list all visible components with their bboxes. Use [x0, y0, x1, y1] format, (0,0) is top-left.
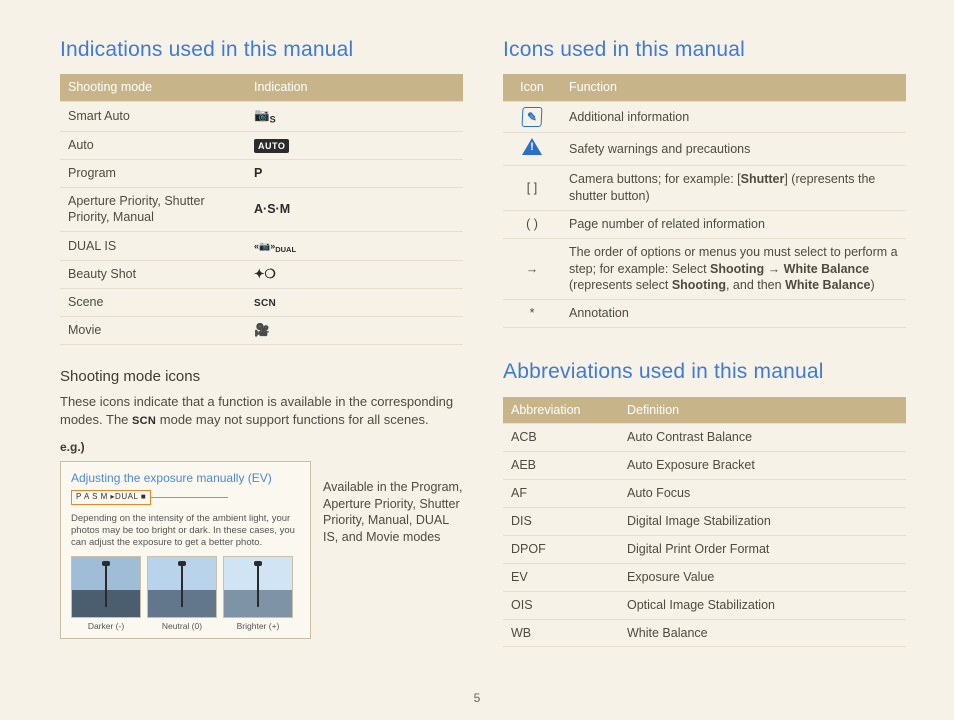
table-row: [ ] Camera buttons; for example: [Shutte…: [503, 166, 906, 211]
table-row: AEBAuto Exposure Bracket: [503, 452, 906, 480]
dual-is-icon: «📷»DUAL: [246, 232, 463, 261]
thumb-darker: Darker (-): [71, 556, 141, 632]
page-number: 5: [0, 690, 954, 706]
parens-icon: ( ): [503, 210, 561, 238]
asm-icon: A·S·M: [246, 187, 463, 232]
abbr-label: AF: [503, 480, 619, 508]
table-row: Safety warnings and precautions: [503, 133, 906, 166]
mode-label: Program: [60, 159, 246, 187]
th-abbreviation: Abbreviation: [503, 397, 619, 424]
function-text: Annotation: [561, 300, 906, 328]
auto-badge-icon: AUTO: [246, 131, 463, 159]
example-callout: Adjusting the exposure manually (EV) P A…: [60, 461, 311, 639]
callout-body: Depending on the intensity of the ambien…: [71, 513, 300, 550]
arrow-icon: →: [503, 238, 561, 300]
warning-icon: [503, 133, 561, 166]
function-text: Page number of related information: [561, 210, 906, 238]
abbr-definition: White Balance: [619, 619, 906, 647]
abbr-definition: Optical Image Stabilization: [619, 591, 906, 619]
inline-scn-icon: SCN: [132, 415, 156, 427]
function-text: Additional information: [561, 102, 906, 133]
abbr-definition: Digital Print Order Format: [619, 535, 906, 563]
table-row: Scene SCN: [60, 289, 463, 317]
abbreviations-section: Abbreviations used in this manual Abbrev…: [503, 358, 906, 647]
mode-label: DUAL IS: [60, 232, 246, 261]
abbr-definition: Auto Contrast Balance: [619, 424, 906, 452]
heading-indications: Indications used in this manual: [60, 36, 463, 64]
mode-label: Movie: [60, 317, 246, 345]
abbr-definition: Auto Focus: [619, 480, 906, 508]
abbr-definition: Digital Image Stabilization: [619, 508, 906, 536]
table-row: ✎ Additional information: [503, 102, 906, 133]
example-note: Available in the Program, Aperture Prior…: [323, 479, 463, 547]
mode-label: Beauty Shot: [60, 261, 246, 289]
abbr-label: WB: [503, 619, 619, 647]
abbr-definition: Auto Exposure Bracket: [619, 452, 906, 480]
table-row: ACBAuto Contrast Balance: [503, 424, 906, 452]
abbr-label: DIS: [503, 508, 619, 536]
program-icon: P: [246, 159, 463, 187]
table-row: Program P: [60, 159, 463, 187]
sub-text: These icons indicate that a function is …: [60, 393, 463, 428]
th-shooting-mode: Shooting mode: [60, 74, 246, 101]
table-row: EVExposure Value: [503, 563, 906, 591]
eg-label: e.g.): [60, 439, 463, 455]
icons-table: Icon Function ✎ Additional information S…: [503, 74, 906, 328]
function-text: The order of options or menus you must s…: [561, 238, 906, 300]
th-indication: Indication: [246, 74, 463, 101]
modes-strip: P A S M ▸DUAL ■: [71, 490, 151, 505]
abbreviations-table: Abbreviation Definition ACBAuto Contrast…: [503, 397, 906, 648]
right-column: Icons used in this manual Icon Function …: [503, 36, 906, 677]
heading-abbreviations: Abbreviations used in this manual: [503, 358, 906, 386]
abbr-label: ACB: [503, 424, 619, 452]
abbr-label: AEB: [503, 452, 619, 480]
table-row: OISOptical Image Stabilization: [503, 591, 906, 619]
table-row: ( ) Page number of related information: [503, 210, 906, 238]
callout-title: Adjusting the exposure manually (EV): [71, 470, 300, 486]
thumb-neutral: Neutral (0): [147, 556, 217, 632]
asterisk-icon: *: [503, 300, 561, 328]
page: Indications used in this manual Shooting…: [0, 0, 954, 677]
scene-icon: SCN: [246, 289, 463, 317]
function-text: Camera buttons; for example: [Shutter] (…: [561, 166, 906, 211]
table-row: DUAL IS «📷»DUAL: [60, 232, 463, 261]
indications-table: Shooting mode Indication Smart Auto 📷S A…: [60, 74, 463, 345]
table-row: → The order of options or menus you must…: [503, 238, 906, 300]
mode-label: Scene: [60, 289, 246, 317]
abbr-label: EV: [503, 563, 619, 591]
example-row: Adjusting the exposure manually (EV) P A…: [60, 461, 463, 639]
shooting-mode-icons-section: Shooting mode icons These icons indicate…: [60, 367, 463, 639]
table-row: AFAuto Focus: [503, 480, 906, 508]
th-definition: Definition: [619, 397, 906, 424]
th-icon: Icon: [503, 74, 561, 101]
mode-label: Smart Auto: [60, 102, 246, 132]
table-row: Movie 🎥: [60, 317, 463, 345]
icons-section: Icons used in this manual Icon Function …: [503, 36, 906, 328]
table-row: DISDigital Image Stabilization: [503, 508, 906, 536]
table-row: WBWhite Balance: [503, 619, 906, 647]
table-row: Auto AUTO: [60, 131, 463, 159]
table-row: Beauty Shot ✦❍: [60, 261, 463, 289]
abbr-label: DPOF: [503, 535, 619, 563]
table-row: DPOFDigital Print Order Format: [503, 535, 906, 563]
function-text: Safety warnings and precautions: [561, 133, 906, 166]
thumb-brighter: Brighter (+): [223, 556, 293, 632]
brackets-icon: [ ]: [503, 166, 561, 211]
th-function: Function: [561, 74, 906, 101]
mode-label: Auto: [60, 131, 246, 159]
mode-label: Aperture Priority, Shutter Priority, Man…: [60, 187, 246, 232]
smart-auto-icon: 📷S: [246, 102, 463, 132]
abbr-label: OIS: [503, 591, 619, 619]
table-row: Aperture Priority, Shutter Priority, Man…: [60, 187, 463, 232]
thumbnail-row: Darker (-) Neutral (0) Brighter (+): [71, 556, 300, 632]
table-row: Smart Auto 📷S: [60, 102, 463, 132]
left-column: Indications used in this manual Shooting…: [60, 36, 463, 677]
beauty-shot-icon: ✦❍: [246, 261, 463, 289]
sub-heading: Shooting mode icons: [60, 367, 463, 387]
movie-icon: 🎥: [246, 317, 463, 345]
table-row: * Annotation: [503, 300, 906, 328]
heading-icons: Icons used in this manual: [503, 36, 906, 64]
abbr-definition: Exposure Value: [619, 563, 906, 591]
info-icon: ✎: [503, 102, 561, 133]
